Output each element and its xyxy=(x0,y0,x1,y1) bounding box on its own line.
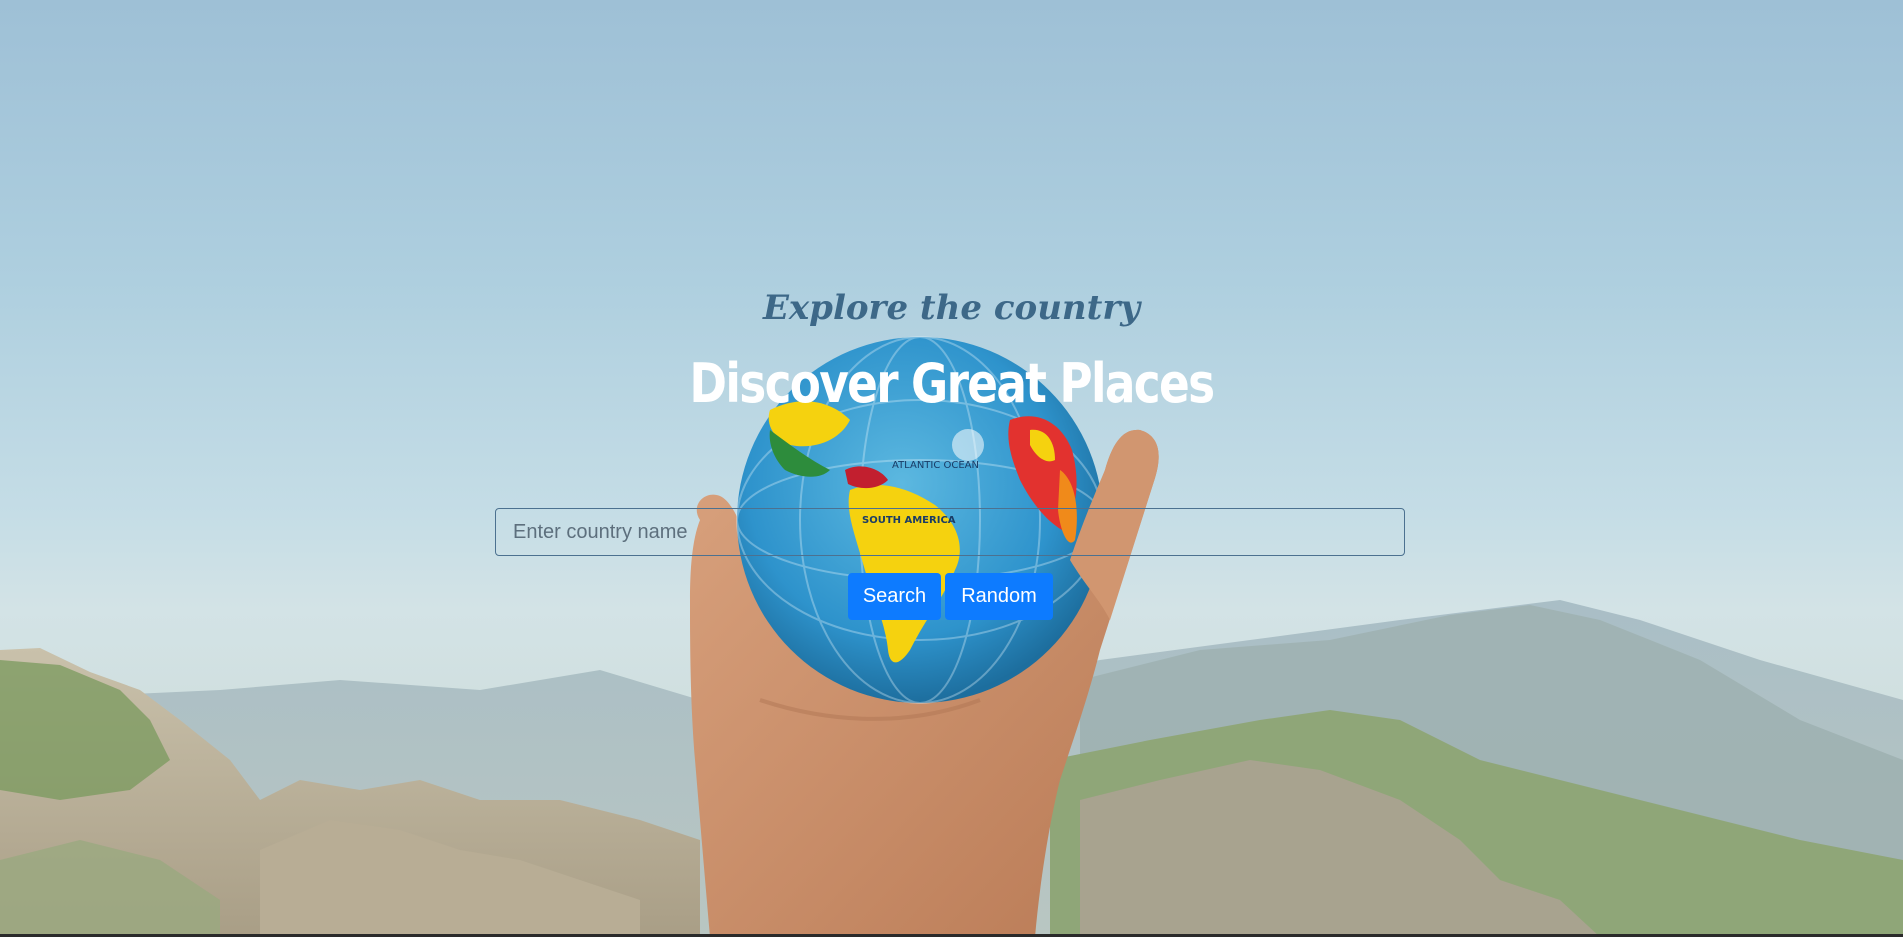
hero-title: Discover Great Places xyxy=(689,352,1215,415)
random-button[interactable]: Random xyxy=(945,573,1053,620)
search-button[interactable]: Search xyxy=(848,573,941,620)
country-search-input[interactable] xyxy=(495,508,1405,556)
hero-background: ATLANTIC OCEAN SOUTH AMERICA Explore the… xyxy=(0,0,1903,937)
hero-content: Explore the country Discover Great Place… xyxy=(0,0,1903,937)
hero-subtitle: Explore the country xyxy=(762,288,1141,328)
